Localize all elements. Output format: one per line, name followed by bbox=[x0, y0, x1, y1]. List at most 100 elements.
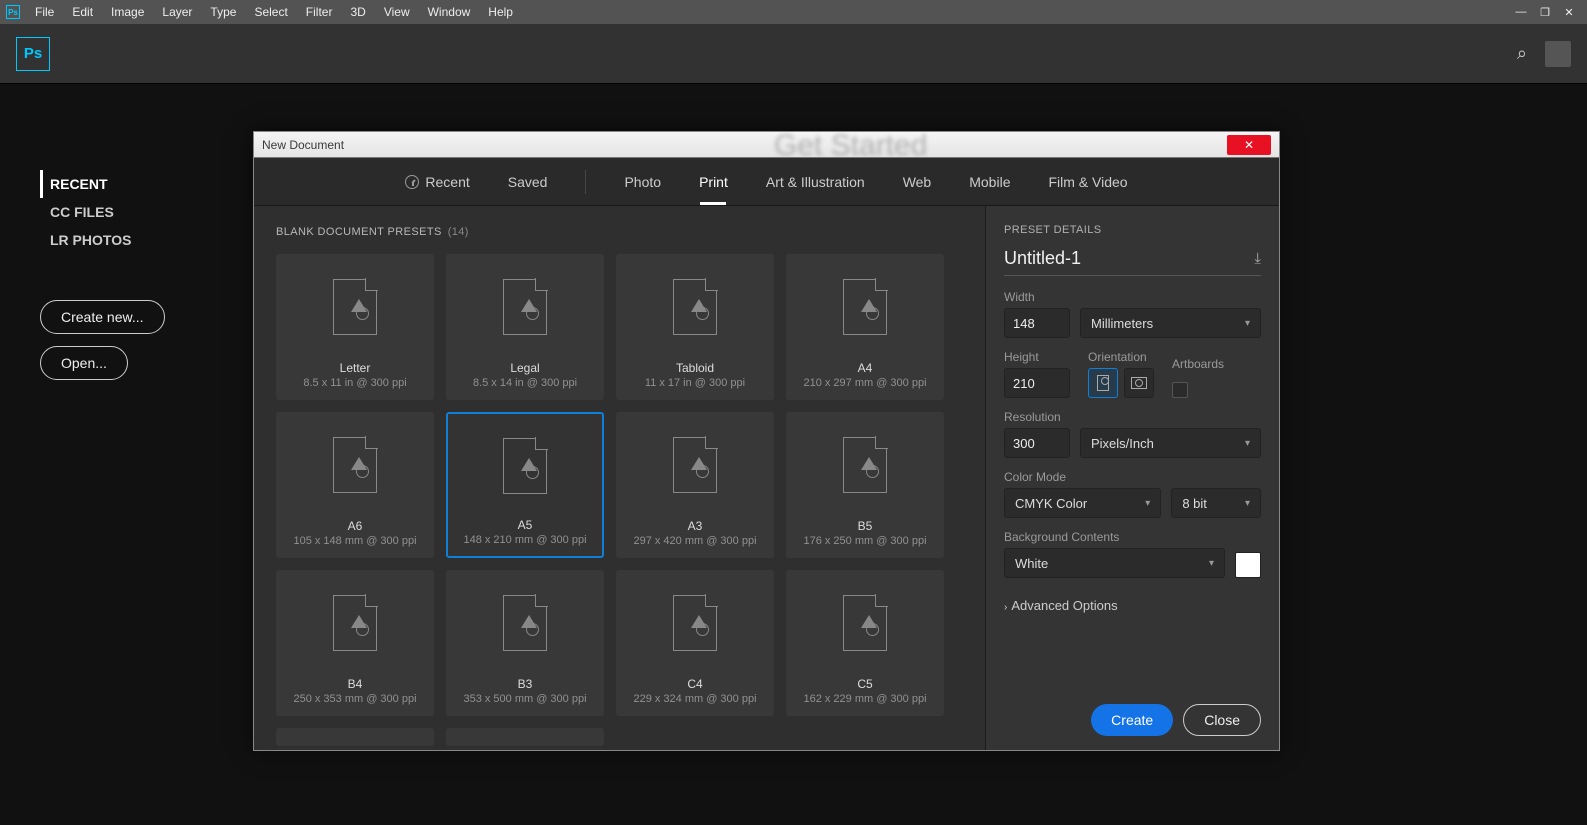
preset-card-peek[interactable] bbox=[446, 728, 604, 746]
color-mode-dropdown[interactable]: CMYK Color▾ bbox=[1004, 488, 1161, 518]
preset-card-a6[interactable]: A6 105 x 148 mm @ 300 ppi bbox=[276, 412, 434, 558]
home-nav-lr-photos[interactable]: LR PHOTOS bbox=[40, 226, 210, 254]
home-nav-recent[interactable]: RECENT bbox=[40, 170, 210, 198]
menu-image[interactable]: Image bbox=[102, 0, 153, 24]
preset-card-legal[interactable]: Legal 8.5 x 14 in @ 300 ppi bbox=[446, 254, 604, 400]
color-depth-dropdown[interactable]: 8 bit▾ bbox=[1171, 488, 1261, 518]
artboards-checkbox[interactable] bbox=[1172, 382, 1188, 398]
preset-card-c4[interactable]: C4229 x 324 mm @ 300 ppi bbox=[616, 570, 774, 716]
menu-3d[interactable]: 3D bbox=[341, 0, 374, 24]
window-close-button[interactable]: ✕ bbox=[1557, 0, 1581, 24]
preset-name: A4 bbox=[858, 361, 873, 375]
tab-art-illustration[interactable]: Art & Illustration bbox=[766, 158, 865, 205]
preset-name: Legal bbox=[510, 361, 539, 375]
orientation-label: Orientation bbox=[1088, 350, 1154, 364]
new-document-dialog: New Document ✕ Get Started RecentSavedPh… bbox=[253, 131, 1280, 751]
preset-name: B4 bbox=[348, 677, 363, 691]
dialog-titlebar: New Document ✕ bbox=[254, 132, 1279, 158]
create-new-button[interactable]: Create new... bbox=[40, 300, 165, 334]
window-minimize-button[interactable]: — bbox=[1509, 0, 1533, 24]
preset-card-tabloid[interactable]: Tabloid11 x 17 in @ 300 ppi bbox=[616, 254, 774, 400]
preset-card-a4[interactable]: A4 210 x 297 mm @ 300 ppi bbox=[786, 254, 944, 400]
preset-details-panel: PRESET DETAILS ⤓ Width Millimeters▾ Heig… bbox=[985, 206, 1279, 750]
ps-logo-icon: Ps bbox=[16, 37, 50, 71]
menu-type[interactable]: Type bbox=[201, 0, 245, 24]
menu-window[interactable]: Window bbox=[419, 0, 480, 24]
preset-card-peek[interactable] bbox=[276, 728, 434, 746]
preset-dimensions: 148 x 210 mm @ 300 ppi bbox=[463, 534, 586, 546]
menu-filter[interactable]: Filter bbox=[297, 0, 342, 24]
menu-select[interactable]: Select bbox=[245, 0, 296, 24]
preset-card-letter[interactable]: Letter8.5 x 11 in @ 300 ppi bbox=[276, 254, 434, 400]
preset-name: B3 bbox=[518, 677, 533, 691]
resolution-label: Resolution bbox=[1004, 410, 1261, 424]
tab-label: Mobile bbox=[969, 174, 1010, 190]
preset-dimensions: 353 x 500 mm @ 300 ppi bbox=[463, 693, 586, 705]
tab-print[interactable]: Print bbox=[699, 158, 728, 205]
menu-layer[interactable]: Layer bbox=[153, 0, 201, 24]
preset-card-b3[interactable]: B3 353 x 500 mm @ 300 ppi bbox=[446, 570, 604, 716]
tab-saved[interactable]: Saved bbox=[508, 158, 548, 205]
close-button[interactable]: Close bbox=[1183, 704, 1261, 736]
document-icon bbox=[333, 279, 377, 335]
height-input[interactable] bbox=[1004, 368, 1070, 398]
advanced-options-toggle[interactable]: ›Advanced Options bbox=[1004, 598, 1261, 613]
dialog-close-button[interactable]: ✕ bbox=[1227, 135, 1271, 155]
menu-file[interactable]: File bbox=[26, 0, 63, 24]
background-contents-dropdown[interactable]: White▾ bbox=[1004, 548, 1225, 578]
os-menubar: Ps FileEditImageLayerTypeSelectFilter3DV… bbox=[0, 0, 1587, 24]
search-icon[interactable]: ⌕ bbox=[1517, 43, 1527, 64]
menu-view[interactable]: View bbox=[375, 0, 419, 24]
background-color-swatch[interactable] bbox=[1235, 552, 1261, 578]
preset-name: A3 bbox=[688, 519, 703, 533]
preset-card-b4[interactable]: B4250 x 353 mm @ 300 ppi bbox=[276, 570, 434, 716]
home-nav-cc-files[interactable]: CC FILES bbox=[40, 198, 210, 226]
preset-name: A6 bbox=[348, 519, 363, 533]
preset-dimensions: 210 x 297 mm @ 300 ppi bbox=[803, 377, 926, 389]
preset-card-b5[interactable]: B5176 x 250 mm @ 300 ppi bbox=[786, 412, 944, 558]
width-input[interactable] bbox=[1004, 308, 1070, 338]
preset-dimensions: 11 x 17 in @ 300 ppi bbox=[645, 377, 745, 389]
preset-dimensions: 105 x 148 mm @ 300 ppi bbox=[293, 535, 416, 547]
tab-photo[interactable]: Photo bbox=[624, 158, 661, 205]
details-section-title: PRESET DETAILS bbox=[1004, 224, 1261, 236]
preset-card-a3[interactable]: A3 297 x 420 mm @ 300 ppi bbox=[616, 412, 774, 558]
document-icon bbox=[673, 437, 717, 493]
chevron-down-icon: ▾ bbox=[1145, 498, 1150, 509]
tab-recent[interactable]: Recent bbox=[405, 158, 469, 205]
preset-dimensions: 8.5 x 11 in @ 300 ppi bbox=[303, 377, 406, 389]
tab-mobile[interactable]: Mobile bbox=[969, 158, 1010, 205]
open-button[interactable]: Open... bbox=[40, 346, 128, 380]
menu-help[interactable]: Help bbox=[479, 0, 522, 24]
window-restore-button[interactable]: ❐ bbox=[1533, 0, 1557, 24]
orientation-landscape-button[interactable] bbox=[1124, 368, 1154, 398]
color-mode-label: Color Mode bbox=[1004, 470, 1261, 484]
document-icon bbox=[503, 438, 547, 494]
presets-area: BLANK DOCUMENT PRESETS(14) Letter8.5 x 1… bbox=[254, 206, 985, 750]
preset-card-a5[interactable]: A5148 x 210 mm @ 300 ppi bbox=[446, 412, 604, 558]
tab-divider bbox=[585, 170, 586, 194]
clock-icon bbox=[405, 175, 419, 189]
preset-name: C4 bbox=[687, 677, 702, 691]
document-icon bbox=[843, 437, 887, 493]
menu-edit[interactable]: Edit bbox=[63, 0, 102, 24]
document-name-input[interactable] bbox=[1004, 248, 1235, 269]
orientation-portrait-button[interactable] bbox=[1088, 368, 1118, 398]
tab-web[interactable]: Web bbox=[903, 158, 932, 205]
tab-label: Saved bbox=[508, 174, 548, 190]
tab-film-video[interactable]: Film & Video bbox=[1048, 158, 1127, 205]
account-button[interactable] bbox=[1545, 41, 1571, 67]
width-label: Width bbox=[1004, 290, 1261, 304]
save-preset-icon[interactable]: ⤓ bbox=[1254, 250, 1261, 267]
dialog-tabs: Recent Saved Photo Print Art & Illustration W… bbox=[254, 158, 1279, 206]
preset-card-c5[interactable]: C5162 x 229 mm @ 300 ppi bbox=[786, 570, 944, 716]
chevron-down-icon: ▾ bbox=[1209, 558, 1214, 569]
artboards-label: Artboards bbox=[1172, 357, 1224, 371]
unit-dropdown[interactable]: Millimeters▾ bbox=[1080, 308, 1261, 338]
resolution-input[interactable] bbox=[1004, 428, 1070, 458]
resolution-unit-dropdown[interactable]: Pixels/Inch▾ bbox=[1080, 428, 1261, 458]
preset-dimensions: 297 x 420 mm @ 300 ppi bbox=[633, 535, 756, 547]
document-icon bbox=[843, 279, 887, 335]
preset-dimensions: 8.5 x 14 in @ 300 ppi bbox=[473, 377, 577, 389]
create-button[interactable]: Create bbox=[1091, 704, 1173, 736]
